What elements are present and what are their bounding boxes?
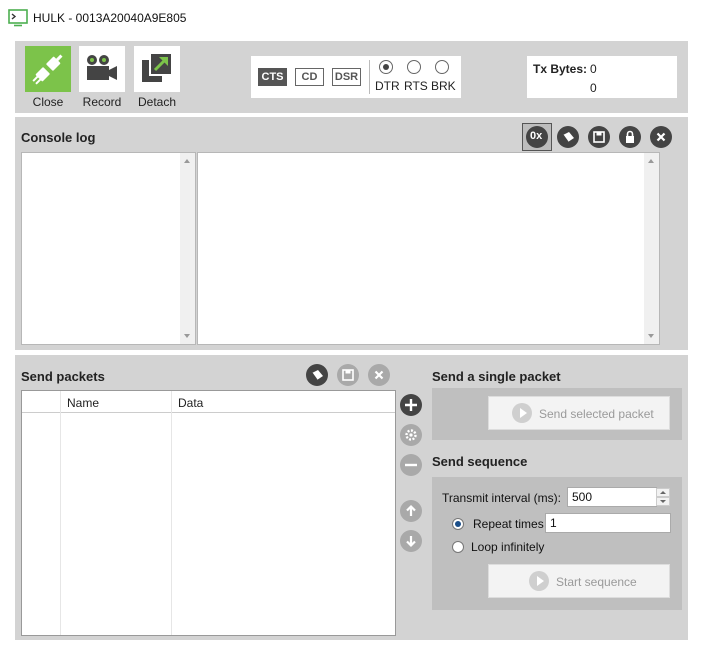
move-up-icon[interactable]	[400, 500, 422, 522]
hex-icon: 0x	[526, 126, 548, 148]
rts-toggle[interactable]	[407, 60, 421, 74]
column-data[interactable]: Data	[178, 396, 203, 410]
rts-label: RTS	[404, 79, 428, 93]
tx-bytes-label: Tx Bytes:	[533, 62, 588, 76]
rx-bytes-value: 0	[590, 81, 597, 95]
close-label: Close	[32, 95, 64, 109]
console-log-title: Console log	[21, 130, 96, 145]
column-name[interactable]: Name	[67, 396, 99, 410]
window-title: HULK - 0013A20040A9E805	[33, 11, 187, 25]
scroll-up-icon[interactable]	[184, 159, 190, 163]
column-divider	[171, 391, 172, 635]
spin-down-icon[interactable]	[656, 497, 670, 506]
single-packet-title: Send a single packet	[432, 369, 561, 384]
gear-icon[interactable]	[400, 424, 422, 446]
record-label: Record	[82, 95, 122, 109]
dtr-label: DTR	[375, 79, 400, 93]
play-icon	[512, 403, 532, 423]
terminal-icon	[8, 9, 28, 27]
repeat-times-radio[interactable]	[452, 518, 464, 530]
table-header: Name Data	[22, 391, 395, 413]
remove-packet-icon[interactable]	[400, 454, 422, 476]
send-packets-title: Send packets	[21, 369, 105, 384]
single-packet-panel: Send selected packet	[432, 388, 682, 440]
packets-table[interactable]: Name Data	[21, 390, 396, 636]
dtr-toggle[interactable]	[379, 60, 393, 74]
spin-up-icon[interactable]	[656, 488, 670, 497]
eraser-icon[interactable]	[557, 126, 579, 148]
send-packets-panel: Send packets Name Data Send a single pac…	[15, 355, 688, 640]
detach-icon	[142, 52, 173, 82]
send-sequence-title: Send sequence	[432, 454, 528, 469]
loop-infinitely-radio[interactable]	[452, 541, 464, 553]
eraser-icon[interactable]	[306, 364, 328, 386]
brk-label: BRK	[431, 79, 456, 93]
console-text-pane[interactable]	[197, 152, 660, 345]
send-sequence-panel: Transmit interval (ms): 500 Repeat times…	[432, 477, 682, 610]
interval-label: Transmit interval (ms):	[442, 491, 561, 505]
toolbar: Close Record Detach CTS CD DSR DTR RTS B…	[15, 41, 688, 113]
record-button[interactable]	[79, 46, 125, 92]
interval-spinner[interactable]	[656, 488, 670, 506]
send-selected-packet-button[interactable]: Send selected packet	[488, 396, 670, 430]
tx-bytes-panel: Tx Bytes: 0 0	[527, 56, 677, 98]
move-down-icon[interactable]	[400, 530, 422, 552]
start-sequence-button[interactable]: Start sequence	[488, 564, 670, 598]
tx-bytes-value: 0	[590, 62, 597, 76]
save-icon[interactable]	[588, 126, 610, 148]
repeat-times-input[interactable]: 1	[545, 513, 671, 533]
loop-infinitely-label: Loop infinitely	[471, 540, 545, 554]
save-icon[interactable]	[337, 364, 359, 386]
brk-toggle[interactable]	[435, 60, 449, 74]
scroll-up-icon[interactable]	[648, 159, 654, 163]
play-icon	[529, 571, 549, 591]
dsr-indicator: DSR	[332, 68, 361, 86]
hex-label: 0x	[530, 130, 543, 142]
close-button[interactable]	[25, 46, 71, 92]
plug-icon	[32, 54, 63, 85]
lock-icon[interactable]	[619, 126, 641, 148]
separator	[369, 60, 370, 94]
scrollbar[interactable]	[644, 153, 659, 344]
repeat-times-label: Repeat times	[473, 517, 544, 531]
console-hex-pane[interactable]	[21, 152, 196, 345]
scrollbar[interactable]	[180, 153, 195, 344]
console-log-panel: Console log 0x	[15, 117, 688, 350]
add-packet-icon[interactable]	[400, 394, 422, 416]
serial-lines-panel: CTS CD DSR DTR RTS BRK	[251, 56, 461, 98]
scroll-down-icon[interactable]	[184, 334, 190, 338]
cts-indicator: CTS	[258, 68, 287, 86]
send-selected-packet-label: Send selected packet	[539, 407, 654, 421]
close-icon[interactable]	[650, 126, 672, 148]
start-sequence-label: Start sequence	[556, 575, 637, 589]
title-bar: HULK - 0013A20040A9E805	[0, 0, 703, 36]
detach-label: Detach	[137, 95, 177, 109]
hex-toggle-button[interactable]: 0x	[522, 123, 552, 151]
close-icon[interactable]	[368, 364, 390, 386]
detach-button[interactable]	[134, 46, 180, 92]
column-divider	[60, 391, 61, 635]
cd-indicator: CD	[295, 68, 324, 86]
scroll-down-icon[interactable]	[648, 334, 654, 338]
interval-input[interactable]: 500	[567, 487, 657, 507]
video-camera-icon	[87, 55, 117, 80]
